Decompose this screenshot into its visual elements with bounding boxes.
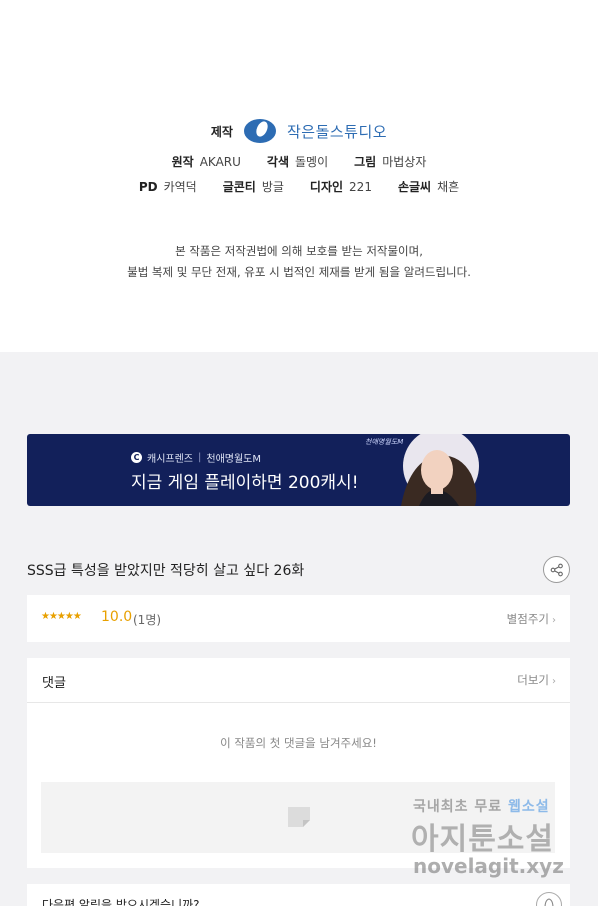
lettering-value: 채흔 — [437, 180, 460, 194]
chevron-right-icon: › — [552, 676, 556, 687]
watermark-line1: 국내최초 무료 웹소설 — [413, 796, 550, 816]
original-value: AKARU — [199, 154, 241, 169]
share-icon — [550, 563, 563, 576]
chevron-right-icon: › — [552, 615, 556, 626]
adaptation-value: 돌멩이 — [295, 155, 329, 169]
ad-banner[interactable]: C 캐시프렌즈 | 천애명월도M 지금 게임 플레이하면 200캐시! 천애명월… — [27, 434, 570, 506]
lettering-label: 손글씨 — [397, 180, 432, 194]
comment-empty-message: 이 작품의 첫 댓글을 남겨주세요! — [220, 736, 377, 750]
watermark-line3: novelagit.xyz — [413, 854, 564, 878]
continuity-value: 방글 — [261, 180, 284, 194]
cash-icon: C — [131, 452, 142, 463]
continuity-label: 글콘티 — [222, 180, 256, 194]
art-label: 그림 — [354, 155, 377, 169]
banner-headline: 지금 게임 플레이하면 200캐시! — [131, 473, 359, 493]
banner-character-image — [401, 434, 479, 506]
comment-header: 댓글 더보기 › — [27, 658, 570, 703]
comments-more-button[interactable]: 더보기 › — [517, 672, 556, 688]
banner-separator: | — [198, 452, 202, 463]
bell-icon — [544, 898, 554, 906]
studio-name: 작은돌스튜디오 — [286, 122, 388, 141]
production-label: 제작 — [210, 124, 233, 139]
more-button-label: 더보기 — [517, 673, 549, 687]
rating-count: (1명) — [133, 613, 162, 627]
comment-placeholder-icon — [288, 807, 310, 827]
design-label: 디자인 — [309, 180, 344, 194]
rating-score: 10.0 — [101, 609, 133, 625]
original-label: 원작 — [171, 155, 194, 169]
watermark-prefix: 국내최초 무료 — [413, 799, 503, 815]
pd-label: PD — [138, 179, 158, 194]
credit-row-1: 원작 AKARU 각색 돌멩이 그림 마법상자 — [0, 153, 598, 170]
design-value: 221 — [349, 179, 372, 194]
alert-bell-button[interactable] — [536, 892, 562, 906]
rating-stars-icon: ★★★★★ — [41, 611, 82, 622]
site-watermark: 국내최초 무료 웹소설 아지툰소설 novelagit.xyz — [408, 796, 584, 891]
adaptation-label: 각색 — [266, 155, 289, 169]
next-alert-text: 다음편 알림을 받으시겠습니까? — [42, 898, 200, 906]
copyright-notice-line2: 불법 복제 및 무단 전재, 유포 시 법적인 제재를 받게 됨을 알려드립니다… — [127, 265, 471, 279]
copyright-notice-line1: 본 작품은 저작권법에 의해 보호를 받는 저작물이며, — [175, 244, 423, 258]
watermark-line2: 아지툰소설 — [411, 822, 554, 857]
banner-game-name: 천애명월도M — [206, 454, 262, 465]
studio-row: 제작 작은돌스튜디오 — [0, 118, 598, 144]
rate-button[interactable]: 별점주기 › — [507, 611, 556, 627]
watermark-highlight: 웹소설 — [508, 799, 550, 815]
share-button[interactable] — [543, 556, 570, 583]
comment-title: 댓글 — [42, 676, 66, 691]
episode-title: SSS급 특성을 받았지만 적당히 살고 싶다 26화 — [27, 563, 305, 579]
pd-value: 카역덕 — [163, 180, 197, 194]
studio-logo-icon — [243, 119, 276, 143]
art-value: 마법상자 — [382, 155, 427, 169]
rating-card: ★★★★★ 10.0 (1명) 별점주기 › — [27, 595, 570, 642]
credit-row-2: PD 카역덕 글콘티 방글 디자인 221 손글씨 채흔 — [0, 178, 598, 195]
rate-button-label: 별점주기 — [506, 612, 549, 626]
banner-brand: C 캐시프렌즈 | 천애명월도M — [131, 450, 261, 465]
credits-section: 제작 작은돌스튜디오 원작 AKARU 각색 돌멩이 그림 마법상자 PD 카역… — [0, 0, 598, 352]
banner-brand-name: 캐시프렌즈 — [147, 454, 193, 465]
